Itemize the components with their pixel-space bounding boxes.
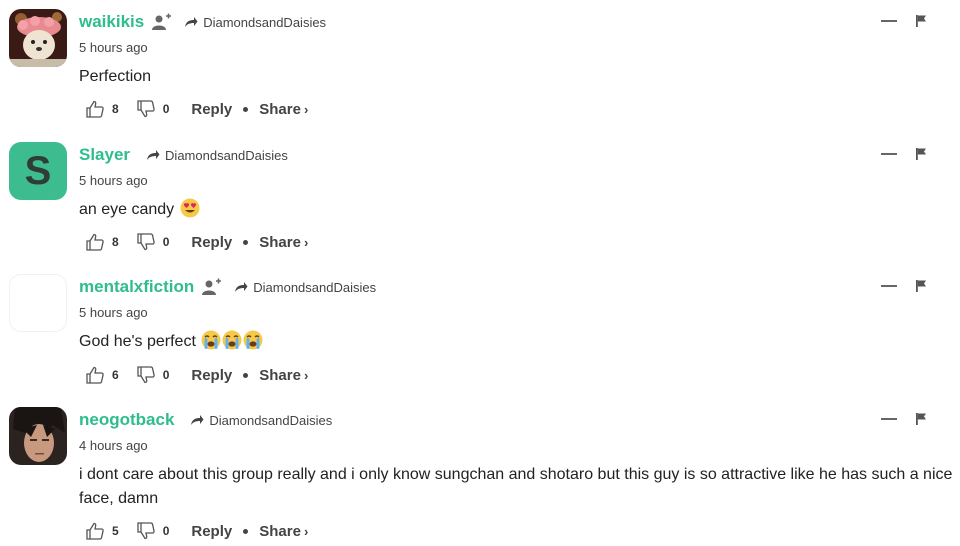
dislike-count: 0 bbox=[162, 235, 170, 249]
comment-text-content: i dont care about this group really and … bbox=[79, 466, 953, 507]
comment-header: mentalxfiction DiamondsandDaisies bbox=[79, 274, 376, 300]
separator-dot bbox=[243, 528, 249, 534]
comment-header: Slayer DiamondsandDaisies bbox=[79, 142, 288, 168]
comment-actions: 8 0 Reply Share › bbox=[86, 98, 308, 120]
share-label: Share bbox=[259, 366, 301, 384]
reply-to-name: DiamondsandDaisies bbox=[165, 147, 288, 163]
flag-icon[interactable] bbox=[911, 409, 931, 429]
chevron-right-icon: › bbox=[303, 523, 309, 539]
thumbs-down-icon[interactable] bbox=[137, 522, 155, 540]
username[interactable]: waikikis bbox=[79, 12, 144, 32]
share-button[interactable]: Share › bbox=[259, 523, 308, 540]
comment-text: i dont care about this group really and … bbox=[79, 463, 954, 511]
share-button[interactable]: Share › bbox=[259, 367, 308, 384]
comment-actions: 6 0 Reply Share › bbox=[86, 364, 308, 386]
user-plus-icon[interactable] bbox=[152, 13, 172, 31]
reply-to[interactable]: DiamondsandDaisies bbox=[184, 15, 326, 30]
loudly-crying-emoji bbox=[222, 330, 242, 358]
reply-button[interactable]: Reply bbox=[191, 367, 232, 384]
minus-icon[interactable] bbox=[879, 11, 899, 31]
timestamp: 5 hours ago bbox=[79, 305, 148, 320]
chevron-right-icon: › bbox=[303, 101, 309, 117]
comment-actions: 8 0 Reply Share › bbox=[86, 231, 308, 253]
share-label: Share bbox=[259, 522, 301, 540]
reply-arrow-icon bbox=[185, 17, 198, 27]
separator-dot bbox=[243, 372, 249, 378]
loudly-crying-emoji bbox=[243, 330, 263, 358]
timestamp: 4 hours ago bbox=[79, 438, 148, 453]
comment-text: Perfection bbox=[79, 65, 954, 89]
avatar[interactable]: S bbox=[9, 142, 67, 200]
minus-icon[interactable] bbox=[879, 409, 899, 429]
reply-to-name: DiamondsandDaisies bbox=[203, 14, 327, 30]
like-count: 8 bbox=[112, 102, 119, 116]
like-count: 6 bbox=[112, 368, 119, 382]
flag-icon[interactable] bbox=[911, 276, 931, 296]
timestamp: 5 hours ago bbox=[79, 173, 148, 188]
share-label: Share bbox=[259, 100, 301, 118]
avatar-letter: S bbox=[24, 148, 52, 193]
reply-to[interactable]: DiamondsandDaisies bbox=[234, 280, 376, 295]
share-button[interactable]: Share › bbox=[259, 234, 308, 251]
comment-actions: 5 0 Reply Share › bbox=[86, 520, 308, 542]
dislike-count: 0 bbox=[162, 368, 170, 382]
reply-button[interactable]: Reply bbox=[191, 523, 232, 540]
thumbs-down-icon[interactable] bbox=[137, 233, 155, 251]
reply-to[interactable]: DiamondsandDaisies bbox=[146, 148, 288, 163]
comment-text: an eye candy bbox=[79, 198, 954, 226]
thumbs-up-icon[interactable] bbox=[86, 233, 104, 251]
separator-dot bbox=[243, 239, 249, 245]
like-count: 5 bbox=[112, 524, 119, 538]
dislike-count: 0 bbox=[162, 524, 170, 538]
thumbs-up-icon[interactable] bbox=[86, 100, 104, 118]
comment-text-content: Perfection bbox=[79, 68, 152, 85]
minus-icon[interactable] bbox=[879, 276, 899, 296]
username[interactable]: Slayer bbox=[79, 145, 130, 165]
like-count: 8 bbox=[112, 235, 119, 249]
user-plus-icon[interactable] bbox=[202, 278, 222, 296]
comment-text-content: God he's perfect bbox=[79, 333, 196, 350]
thumbs-down-icon[interactable] bbox=[137, 366, 155, 384]
chevron-right-icon: › bbox=[303, 367, 309, 383]
thumbs-up-icon[interactable] bbox=[86, 366, 104, 384]
chevron-right-icon: › bbox=[303, 234, 309, 250]
avatar[interactable] bbox=[9, 274, 67, 332]
share-label: Share bbox=[259, 233, 301, 251]
username[interactable]: neogotback bbox=[79, 410, 174, 430]
reply-arrow-icon bbox=[235, 282, 248, 292]
reply-to-name: DiamondsandDaisies bbox=[253, 279, 377, 295]
reply-to[interactable]: DiamondsandDaisies bbox=[190, 413, 332, 428]
comment-header: neogotback DiamondsandDaisies bbox=[79, 407, 332, 433]
comment-text-content: an eye candy bbox=[79, 201, 175, 218]
separator-dot bbox=[243, 106, 249, 112]
share-button[interactable]: Share › bbox=[259, 101, 308, 118]
reply-to-name: DiamondsandDaisies bbox=[209, 412, 333, 428]
flag-icon[interactable] bbox=[911, 144, 931, 164]
comment-text: God he's perfect bbox=[79, 330, 954, 358]
reply-arrow-icon bbox=[147, 150, 160, 160]
reply-arrow-icon bbox=[191, 415, 204, 425]
heart-eyes-emoji bbox=[180, 198, 200, 226]
reply-button[interactable]: Reply bbox=[191, 101, 232, 118]
thumbs-down-icon[interactable] bbox=[137, 100, 155, 118]
loudly-crying-emoji bbox=[201, 330, 221, 358]
flag-icon[interactable] bbox=[911, 11, 931, 31]
avatar[interactable] bbox=[9, 407, 67, 465]
minus-icon[interactable] bbox=[879, 144, 899, 164]
username[interactable]: mentalxfiction bbox=[79, 277, 194, 297]
dislike-count: 0 bbox=[162, 102, 170, 116]
comment-header: waikikis DiamondsandDaisies bbox=[79, 9, 326, 35]
thumbs-up-icon[interactable] bbox=[86, 522, 104, 540]
timestamp: 5 hours ago bbox=[79, 40, 148, 55]
avatar[interactable] bbox=[9, 9, 67, 67]
reply-button[interactable]: Reply bbox=[191, 234, 232, 251]
